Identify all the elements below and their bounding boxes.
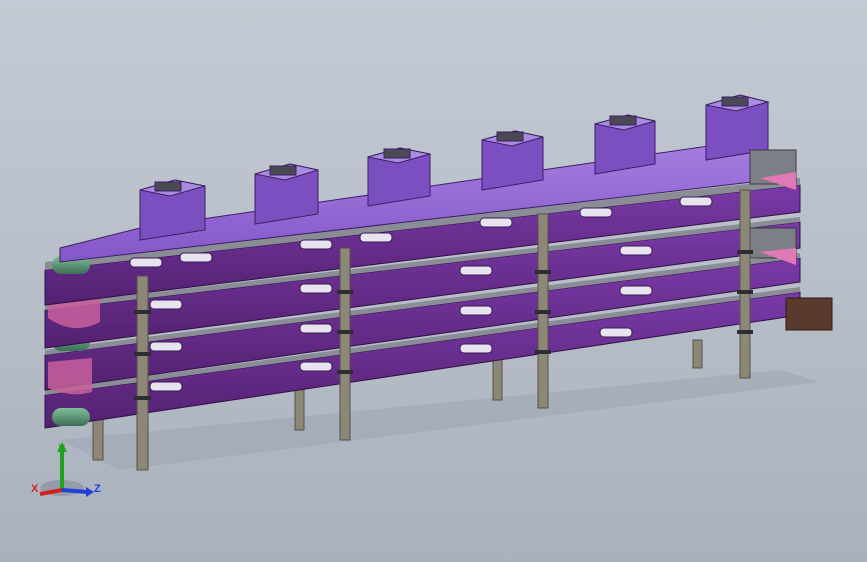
hopper-1 (139, 179, 206, 241)
hopper-fan-grille (269, 165, 297, 176)
hopper-fan-grille (383, 148, 411, 159)
hopper-3 (367, 147, 431, 207)
chute-guard (48, 358, 92, 395)
x-axis-label: X (31, 483, 39, 495)
drive-motor[interactable] (785, 297, 833, 331)
coordinate-triad-icon: Y X Z (31, 442, 101, 497)
hopper-fan-grille (496, 131, 524, 142)
hopper-fan-grille (609, 115, 637, 126)
tail-roller (52, 408, 90, 426)
hopper-fan-grille (154, 181, 182, 192)
hopper-4 (481, 130, 544, 191)
z-axis (61, 488, 89, 494)
hopper-fan-grille (721, 96, 749, 107)
hopper-5 (594, 114, 656, 175)
z-axis-label: Z (94, 483, 101, 495)
hopper-2 (254, 163, 319, 225)
cad-3d-viewport[interactable] (0, 0, 867, 562)
y-axis-label: Y (58, 443, 66, 455)
